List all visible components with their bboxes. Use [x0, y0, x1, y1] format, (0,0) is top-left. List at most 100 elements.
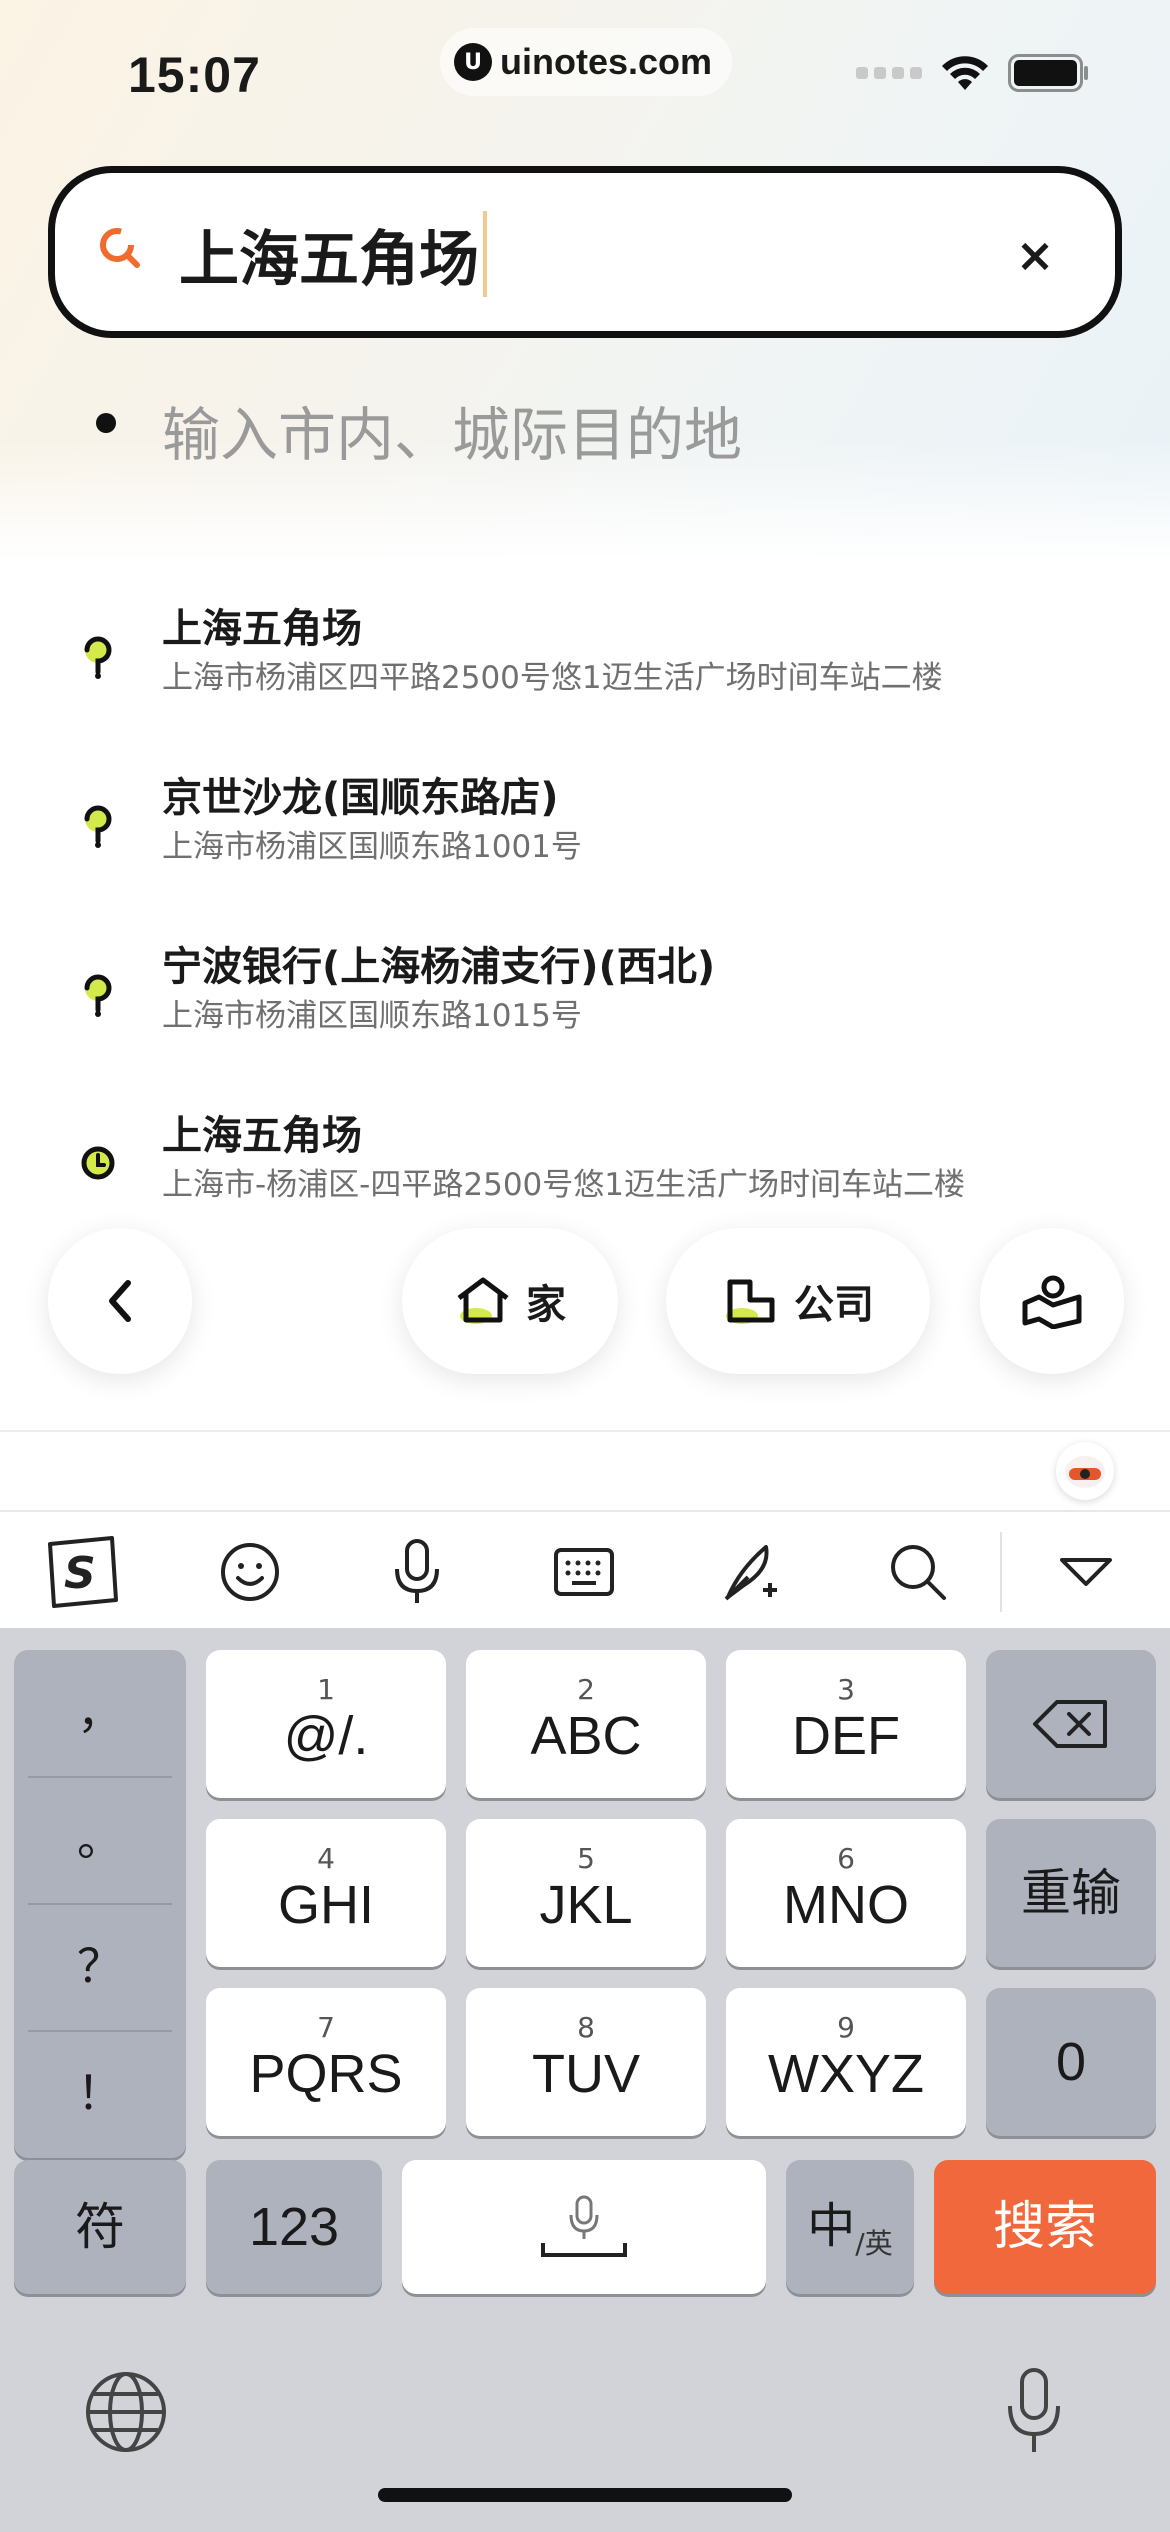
- home-shortcut-button[interactable]: 家: [402, 1228, 618, 1374]
- search-query: 上海五角场: [179, 224, 479, 295]
- suggestion-item[interactable]: 京世沙龙(国顺东路店) 上海市杨浦区国顺东路1001号: [0, 753, 1170, 903]
- ime-mascot-icon[interactable]: [1056, 1442, 1114, 1500]
- destination-dot-icon: [96, 413, 116, 433]
- key-2[interactable]: 2 ABC: [466, 1650, 706, 1798]
- suggestion-address: 上海市杨浦区国顺东路1001号: [162, 829, 582, 865]
- key-label: MNO: [783, 1875, 909, 1935]
- office-building-icon: [726, 1279, 775, 1324]
- add-place-button[interactable]: [980, 1228, 1124, 1374]
- key-9[interactable]: 9 WXYZ: [726, 1988, 966, 2136]
- suggestion-item[interactable]: 上海五角场 上海市-杨浦区-四平路2500号悠1迈生活广场时间车站二楼: [0, 1091, 1170, 1241]
- url-pill[interactable]: U uinotes.com: [440, 28, 732, 96]
- chevron-left-icon: [109, 1280, 131, 1322]
- keyboard-icon[interactable]: [544, 1532, 624, 1612]
- key-label: 0: [1055, 2032, 1087, 2092]
- back-button[interactable]: [48, 1228, 192, 1374]
- key-label: JKL: [539, 1875, 633, 1935]
- home-icon: [457, 1277, 509, 1324]
- key-number: 8: [577, 2011, 595, 2044]
- space-key[interactable]: [402, 2160, 766, 2294]
- url-text: uinotes.com: [500, 41, 713, 82]
- location-pin-icon: [84, 974, 112, 1017]
- language-toggle-key[interactable]: 中 /英: [786, 2160, 914, 2294]
- keyboard-search-button[interactable]: 搜索: [934, 2160, 1156, 2294]
- key-label: WXYZ: [768, 2044, 924, 2104]
- wifi-icon: [942, 56, 988, 90]
- ime-toolbar: S: [0, 1510, 1170, 1628]
- destination-input[interactable]: 输入市内、城际目的地: [162, 388, 742, 472]
- key-label: @/.: [283, 1706, 369, 1766]
- key-5[interactable]: 5 JKL: [466, 1819, 706, 1967]
- key-label: PQRS: [249, 2044, 403, 2104]
- key-8[interactable]: 8 TUV: [466, 1988, 706, 2136]
- key-number: 5: [577, 1842, 595, 1875]
- punct-key[interactable]: ？: [28, 1904, 172, 2028]
- company-label: 公司: [794, 1282, 874, 1328]
- globe-icon[interactable]: [82, 2368, 170, 2460]
- suggestion-address: 上海市杨浦区国顺东路1015号: [162, 998, 582, 1034]
- key-number: 9: [837, 2011, 855, 2044]
- home-indicator[interactable]: [378, 2488, 792, 2502]
- lang-main-label: 中: [807, 2200, 856, 2253]
- key-4[interactable]: 4 GHI: [206, 1819, 446, 1967]
- key-label: ABC: [530, 1706, 642, 1766]
- lang-sub-label: /英: [855, 2227, 893, 2260]
- status-time: 15:07: [128, 47, 261, 103]
- search-input[interactable]: 上海五角场: [179, 209, 939, 299]
- suggestion-title: 宁波银行(上海杨浦支行)(西北): [162, 944, 716, 990]
- key-number: 6: [837, 1842, 855, 1875]
- status-icons: [856, 54, 1090, 92]
- suggestion-item[interactable]: 上海五角场 上海市杨浦区四平路2500号悠1迈生活广场时间车站二楼: [0, 584, 1170, 734]
- suggestion-title: 京世沙龙(国顺东路店): [162, 775, 559, 821]
- location-pin-icon: [84, 636, 112, 679]
- candidate-bar: [0, 1432, 1170, 1508]
- search-icon[interactable]: [878, 1532, 958, 1612]
- map-route-icon: [1022, 1275, 1082, 1329]
- numbers-key[interactable]: 123: [206, 2160, 382, 2294]
- space-mic-icon: [541, 2195, 627, 2257]
- key-label: DEF: [792, 1706, 900, 1766]
- key-3[interactable]: 3 DEF: [726, 1650, 966, 1798]
- punctuation-column[interactable]: ， 。 ？ ！: [14, 1650, 186, 2158]
- suggestion-address: 上海市-杨浦区-四平路2500号悠1迈生活广场时间车站二楼: [162, 1167, 965, 1203]
- key-label: TUV: [532, 2044, 640, 2104]
- search-bar[interactable]: 上海五角场 ×: [48, 166, 1122, 338]
- signal-icon: [856, 67, 922, 79]
- dictation-mic-icon[interactable]: [1002, 2366, 1066, 2462]
- collapse-keyboard-icon[interactable]: [1046, 1532, 1126, 1612]
- suggestion-title: 上海五角场: [162, 1113, 362, 1159]
- sogou-logo-icon[interactable]: S: [42, 1532, 122, 1612]
- toolbar-divider: [1000, 1532, 1002, 1612]
- voice-input-icon[interactable]: [377, 1532, 457, 1612]
- clear-button[interactable]: ×: [1007, 227, 1063, 283]
- station-clock-icon: [81, 1146, 115, 1180]
- backspace-icon: [1033, 1700, 1107, 1748]
- punct-key[interactable]: ！: [28, 2031, 172, 2155]
- handwriting-icon[interactable]: [711, 1532, 791, 1612]
- text-caret: [483, 211, 487, 297]
- suggestion-item[interactable]: 宁波银行(上海杨浦支行)(西北) 上海市杨浦区国顺东路1015号: [0, 922, 1170, 1072]
- key-0[interactable]: 0: [986, 1988, 1156, 2136]
- key-6[interactable]: 6 MNO: [726, 1819, 966, 1967]
- key-label: GHI: [277, 1875, 374, 1935]
- company-shortcut-button[interactable]: 公司: [666, 1228, 930, 1374]
- punct-key[interactable]: ，: [28, 1650, 172, 1774]
- key-number: 2: [577, 1673, 595, 1706]
- key-label: 搜索: [992, 2198, 1097, 2256]
- key-number: 4: [317, 1842, 335, 1875]
- key-1[interactable]: 1 @/.: [206, 1650, 446, 1798]
- emoji-icon[interactable]: [210, 1532, 290, 1612]
- backspace-key[interactable]: [986, 1650, 1156, 1798]
- site-logo-icon: U: [454, 43, 492, 81]
- battery-icon: [1008, 54, 1088, 92]
- key-number: 7: [317, 2011, 335, 2044]
- symbols-key[interactable]: 符: [14, 2160, 186, 2294]
- key-label: 重输: [1021, 1865, 1121, 1921]
- suggestion-title: 上海五角场: [162, 606, 362, 652]
- key-label: 123: [248, 2197, 340, 2257]
- key-number: 3: [837, 1673, 855, 1706]
- key-7[interactable]: 7 PQRS: [206, 1988, 446, 2136]
- key-label: 符: [75, 2199, 125, 2255]
- punct-key[interactable]: 。: [28, 1777, 172, 1901]
- retype-key[interactable]: 重输: [986, 1819, 1156, 1967]
